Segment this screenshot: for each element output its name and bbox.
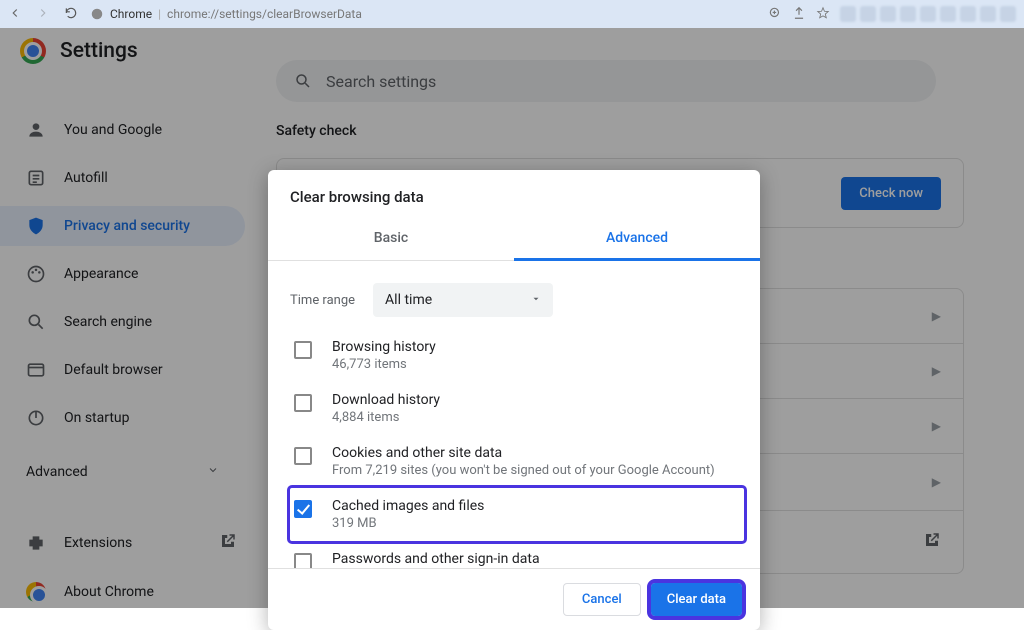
cancel-button[interactable]: Cancel xyxy=(563,583,641,616)
person-icon xyxy=(26,120,46,140)
sidebar-item-you-and-google[interactable]: You and Google xyxy=(0,110,245,150)
sidebar-item-label: Privacy and security xyxy=(64,218,190,234)
option-browsing-history[interactable]: Browsing history 46,773 items xyxy=(290,329,756,382)
advanced-label: Advanced xyxy=(26,464,88,480)
option-title: Download history xyxy=(332,392,440,408)
extensions-area[interactable] xyxy=(840,6,1016,22)
sidebar-item-label: Appearance xyxy=(64,266,138,282)
chevron-right-icon: ▶ xyxy=(932,309,941,323)
option-title: Browsing history xyxy=(332,339,436,355)
browser-toolbar: Chrome | chrome://settings/clearBrowserD… xyxy=(0,0,1024,28)
chevron-down-icon xyxy=(207,464,219,480)
sidebar-item-on-startup[interactable]: On startup xyxy=(0,398,245,438)
sidebar-advanced-toggle[interactable]: Advanced xyxy=(0,450,245,494)
autofill-icon xyxy=(26,168,46,188)
option-title: Cookies and other site data xyxy=(332,445,715,461)
dialog-body: Time range All time Browsing history 46,… xyxy=(268,261,760,568)
chrome-logo-icon xyxy=(20,38,46,64)
sidebar-item-about-chrome[interactable]: About Chrome xyxy=(0,572,245,612)
sidebar-item-autofill[interactable]: Autofill xyxy=(0,158,245,198)
site-icon xyxy=(90,7,104,21)
sidebar-item-label: You and Google xyxy=(64,122,162,138)
checkbox[interactable] xyxy=(294,553,312,568)
safety-check-heading: Safety check xyxy=(276,120,357,139)
sidebar-item-search-engine[interactable]: Search engine xyxy=(0,302,245,342)
sidebar-item-default-browser[interactable]: Default browser xyxy=(0,350,245,390)
star-icon[interactable] xyxy=(816,6,830,23)
search-icon xyxy=(294,72,312,90)
magnifier-icon xyxy=(26,312,46,332)
option-cached-images[interactable]: Cached images and files 319 MB xyxy=(290,488,744,541)
clear-browsing-data-dialog: Clear browsing data Basic Advanced Time … xyxy=(268,170,760,630)
open-external-icon xyxy=(219,532,237,554)
option-subtitle: 319 MB xyxy=(332,516,484,531)
sidebar-item-appearance[interactable]: Appearance xyxy=(0,254,245,294)
reload-icon[interactable] xyxy=(64,6,78,23)
sidebar-item-label: On startup xyxy=(64,410,130,426)
option-download-history[interactable]: Download history 4,884 items xyxy=(290,382,756,435)
clear-data-highlight: Clear data xyxy=(651,583,742,616)
time-range-select[interactable]: All time xyxy=(373,283,553,317)
checkbox[interactable] xyxy=(294,500,312,518)
search-placeholder: Search settings xyxy=(326,72,436,91)
palette-icon xyxy=(26,264,46,284)
url-host: Chrome xyxy=(110,7,152,21)
dropdown-icon xyxy=(531,292,541,308)
dialog-footer: Cancel Clear data xyxy=(268,568,760,630)
chrome-icon xyxy=(26,582,46,602)
option-title: Passwords and other sign-in data xyxy=(332,551,748,567)
power-icon xyxy=(26,408,46,428)
chevron-right-icon: ▶ xyxy=(932,475,941,489)
chevron-right-icon: ▶ xyxy=(932,419,941,433)
time-range-label: Time range xyxy=(290,293,355,308)
sidebar-item-label: About Chrome xyxy=(64,584,154,600)
settings-header: Settings xyxy=(20,38,138,64)
settings-sidebar: You and Google Autofill Privacy and secu… xyxy=(0,110,245,620)
check-now-button[interactable]: Check now xyxy=(841,177,941,210)
back-icon[interactable] xyxy=(8,6,22,23)
option-passwords[interactable]: Passwords and other sign-in data 627 pas… xyxy=(290,541,756,568)
option-subtitle: 4,884 items xyxy=(332,410,440,425)
clear-data-button[interactable]: Clear data xyxy=(651,583,742,616)
dialog-tabs: Basic Advanced xyxy=(268,220,760,261)
chevron-right-icon: ▶ xyxy=(932,364,941,378)
shield-icon xyxy=(26,216,46,236)
zoom-icon[interactable] xyxy=(768,6,782,23)
tab-basic[interactable]: Basic xyxy=(268,220,514,260)
option-subtitle: From 7,219 sites (you won't be signed ou… xyxy=(332,463,715,478)
checkbox[interactable] xyxy=(294,447,312,465)
address-bar[interactable]: Chrome | chrome://settings/clearBrowserD… xyxy=(90,7,756,21)
sidebar-item-label: Search engine xyxy=(64,314,152,330)
open-external-icon xyxy=(923,531,941,553)
option-subtitle: 46,773 items xyxy=(332,357,436,372)
page-title: Settings xyxy=(60,39,138,63)
dialog-title: Clear browsing data xyxy=(268,170,760,220)
search-settings-input[interactable]: Search settings xyxy=(276,60,936,102)
share-icon[interactable] xyxy=(792,6,806,23)
sidebar-item-label: Extensions xyxy=(64,535,132,551)
sidebar-item-extensions[interactable]: Extensions xyxy=(0,522,245,564)
sidebar-item-label: Default browser xyxy=(64,362,163,378)
puzzle-icon xyxy=(26,533,46,553)
option-cookies[interactable]: Cookies and other site data From 7,219 s… xyxy=(290,435,756,488)
forward-icon[interactable] xyxy=(36,6,50,23)
checkbox[interactable] xyxy=(294,341,312,359)
time-range-value: All time xyxy=(385,292,432,308)
window-icon xyxy=(26,360,46,380)
tab-advanced[interactable]: Advanced xyxy=(514,220,760,261)
option-title: Cached images and files xyxy=(332,498,484,514)
url-path: chrome://settings/clearBrowserData xyxy=(167,7,362,21)
sidebar-item-privacy-security[interactable]: Privacy and security xyxy=(0,206,245,246)
sidebar-item-label: Autofill xyxy=(64,170,108,186)
checkbox[interactable] xyxy=(294,394,312,412)
